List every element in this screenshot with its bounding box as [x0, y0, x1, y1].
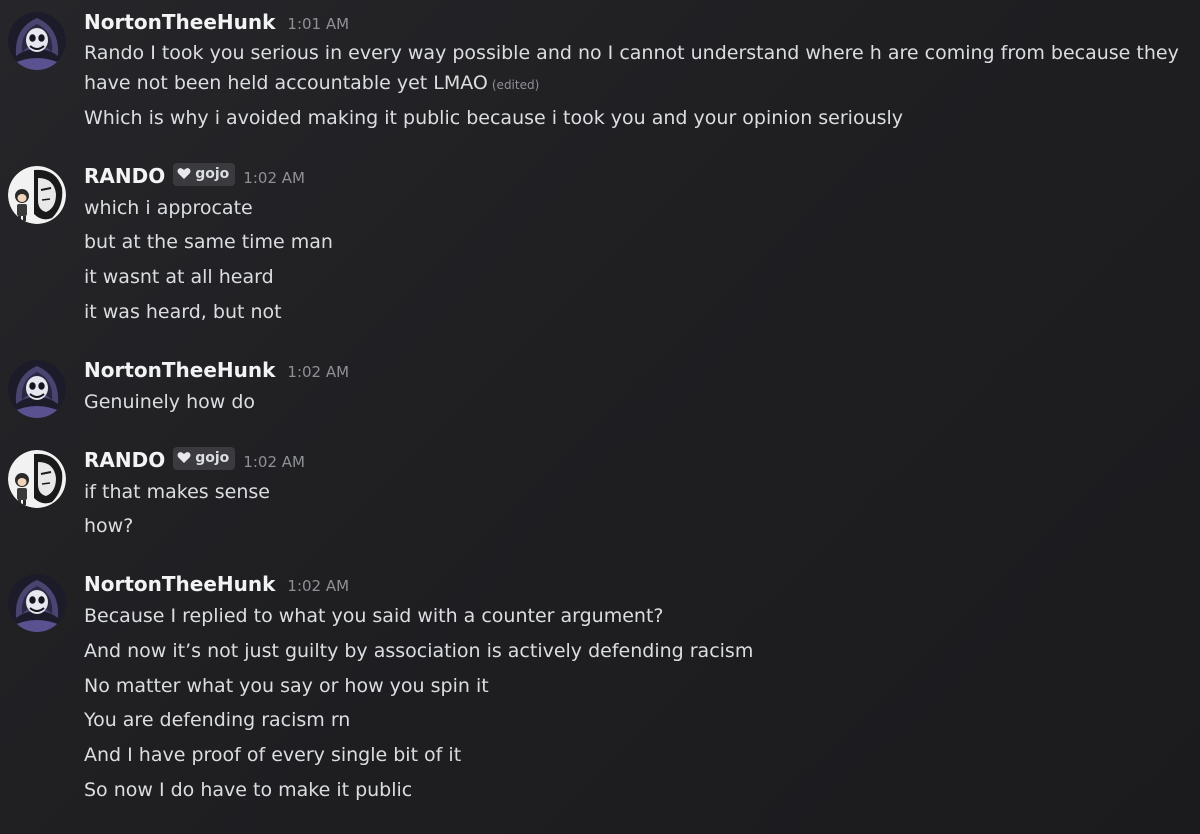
message-text: but at the same time man [84, 231, 333, 253]
message-text: So now I do have to make it public [84, 779, 413, 801]
username[interactable]: RANDO [84, 448, 165, 472]
guild-tag-label: gojo [195, 449, 230, 466]
message-text: if that makes sense [84, 481, 270, 503]
anime-duo-avatar[interactable] [8, 166, 66, 224]
message-text: And I have proof of every single bit of … [84, 744, 462, 766]
message-text: have not been held accountable yet LMAO(… [84, 72, 540, 94]
timestamp[interactable]: 1:02 AM [287, 363, 349, 381]
message-text: Genuinely how do [84, 391, 255, 413]
timestamp[interactable]: 1:02 AM [243, 169, 305, 187]
guild-tag-label: gojo [195, 165, 230, 182]
message-text: which i approcate [84, 197, 253, 219]
skull-hood-avatar[interactable] [8, 360, 66, 418]
message-text: You are defending racism rn [84, 709, 351, 731]
username[interactable]: NortonTheeHunk [84, 358, 275, 382]
skull-hood-avatar[interactable] [8, 574, 66, 632]
guild-tag[interactable]: gojo [173, 162, 236, 186]
message-text: it was heard, but not [84, 301, 282, 323]
timestamp[interactable]: 1:01 AM [287, 15, 349, 33]
message-text: Because I replied to what you said with … [84, 605, 664, 627]
guild-tag[interactable]: gojo [173, 446, 236, 470]
timestamp[interactable]: 1:02 AM [287, 577, 349, 595]
username[interactable]: RANDO [84, 164, 165, 188]
skull-hood-avatar[interactable] [8, 12, 66, 70]
message-text: Which is why i avoided making it public … [84, 107, 904, 129]
timestamp[interactable]: 1:02 AM [243, 453, 305, 471]
username[interactable]: NortonTheeHunk [84, 572, 275, 596]
heart-icon [177, 168, 191, 179]
message-text: Rando I took you serious in every way po… [84, 42, 1179, 64]
username[interactable]: NortonTheeHunk [84, 10, 275, 34]
message-text: No matter what you say or how you spin i… [84, 675, 489, 697]
anime-duo-avatar[interactable] [8, 450, 66, 508]
message-text: it wasnt at all heard [84, 266, 274, 288]
message-text: how? [84, 515, 134, 537]
edited-label: (edited) [491, 78, 540, 92]
message-text: And now it’s not just guilty by associat… [84, 640, 754, 662]
heart-icon [177, 452, 191, 463]
